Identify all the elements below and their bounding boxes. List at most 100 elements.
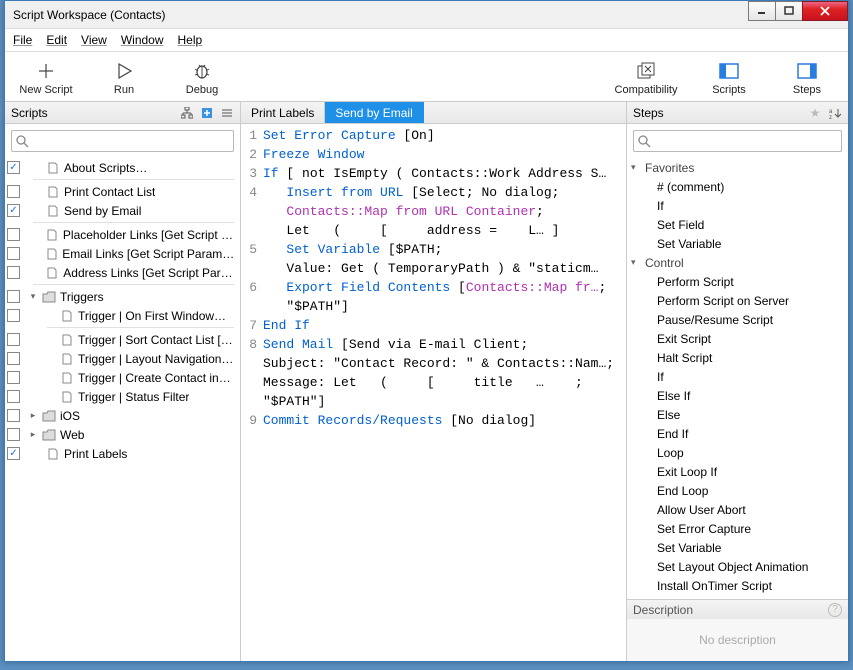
script-trigger-sort[interactable]: Trigger | Sort Contact List […	[5, 330, 240, 349]
checkbox[interactable]: ✓	[7, 161, 20, 174]
folder-icon	[42, 409, 56, 423]
steps-list: Favorites # (comment) If Set Field Set V…	[627, 158, 848, 599]
step-item[interactable]: End If	[627, 424, 848, 443]
script-icon	[46, 204, 60, 218]
close-button[interactable]	[802, 1, 848, 21]
minimize-button[interactable]	[748, 1, 776, 21]
step-item[interactable]: End Loop	[627, 481, 848, 500]
step-item[interactable]: Set Variable	[627, 234, 848, 253]
checkbox[interactable]	[7, 390, 20, 403]
step-item[interactable]: Else	[627, 405, 848, 424]
help-icon[interactable]: ?	[828, 603, 842, 617]
script-item-about[interactable]: ✓About Scripts…	[5, 158, 240, 177]
scripts-pane-icon	[718, 60, 740, 82]
script-item-print-labels[interactable]: ✓Print Labels	[5, 444, 240, 463]
script-icon	[60, 371, 74, 385]
script-item-print-contact[interactable]: Print Contact List	[5, 182, 240, 201]
script-trigger-first-window[interactable]: Trigger | On First Window…	[5, 306, 240, 325]
step-item[interactable]: Else If	[627, 386, 848, 405]
step-item[interactable]: Perform Script	[627, 272, 848, 291]
script-item-send-email[interactable]: ✓Send by Email	[5, 201, 240, 220]
titlebar: Script Workspace (Contacts)	[5, 1, 848, 29]
step-item[interactable]: Halt Script	[627, 348, 848, 367]
menu-help[interactable]: Help	[178, 33, 203, 47]
step-item[interactable]: Loop	[627, 443, 848, 462]
checkbox[interactable]	[7, 290, 20, 303]
step-item[interactable]: Install OnTimer Script	[627, 576, 848, 595]
compatibility-icon	[635, 60, 657, 82]
checkbox[interactable]	[7, 247, 20, 260]
tab-send-by-email[interactable]: Send by Email	[325, 102, 423, 123]
folder-triggers[interactable]: ▾Triggers	[5, 287, 240, 306]
run-button[interactable]: Run	[89, 60, 159, 96]
step-item[interactable]: If	[627, 196, 848, 215]
menu-file[interactable]: File	[13, 33, 32, 47]
step-item[interactable]: Exit Loop If	[627, 462, 848, 481]
script-trigger-create[interactable]: Trigger | Create Contact in…	[5, 368, 240, 387]
menu-window[interactable]: Window	[121, 33, 164, 47]
description-header: Description ?	[627, 599, 848, 619]
step-item[interactable]: If	[627, 367, 848, 386]
hierarchy-icon[interactable]	[180, 106, 194, 120]
script-icon	[46, 185, 60, 199]
debug-button[interactable]: Debug	[167, 60, 237, 96]
script-item-email-links[interactable]: Email Links [Get Script Paramet…	[5, 244, 240, 263]
step-item[interactable]: Allow User Abort	[627, 500, 848, 519]
sort-icon[interactable]: az	[828, 106, 842, 120]
expand-icon[interactable]: ▸	[28, 410, 38, 421]
checkbox[interactable]	[7, 333, 20, 346]
steps-panel-title: Steps	[633, 106, 664, 120]
menu-view[interactable]: View	[81, 33, 107, 47]
script-item-address-links[interactable]: Address Links [Get Script Para…	[5, 263, 240, 282]
checkbox[interactable]	[7, 352, 20, 365]
favorite-icon[interactable]: ★	[808, 106, 822, 120]
code-editor[interactable]: 1Set Error Capture [On] 2Freeze Window 3…	[241, 124, 626, 661]
search-icon	[637, 134, 651, 148]
checkbox[interactable]	[7, 228, 20, 241]
steps-pane-button[interactable]: Steps	[772, 60, 842, 96]
step-item[interactable]: Set Variable	[627, 538, 848, 557]
scripts-pane-button[interactable]: Scripts	[694, 60, 764, 96]
steps-search-input[interactable]	[633, 130, 842, 152]
step-item[interactable]: Perform Script on Server	[627, 291, 848, 310]
checkbox[interactable]	[7, 185, 20, 198]
checkbox[interactable]	[7, 409, 20, 422]
script-item-placeholder[interactable]: Placeholder Links [Get Script P…	[5, 225, 240, 244]
compatibility-button[interactable]: Compatibility	[606, 60, 686, 96]
menu-edit[interactable]: Edit	[46, 33, 67, 47]
script-icon	[60, 352, 74, 366]
new-script-button[interactable]: New Script	[11, 60, 81, 96]
step-item[interactable]: # (comment)	[627, 177, 848, 196]
scripts-search-input[interactable]	[11, 130, 234, 152]
scripts-panel-title: Scripts	[11, 106, 48, 120]
window-title: Script Workspace (Contacts)	[13, 8, 166, 22]
script-icon	[45, 247, 58, 261]
expand-icon[interactable]: ▾	[28, 291, 38, 302]
checkbox[interactable]: ✓	[7, 447, 20, 460]
step-item[interactable]: Set Error Capture	[627, 519, 848, 538]
group-control[interactable]: Control	[627, 253, 848, 272]
script-trigger-status[interactable]: Trigger | Status Filter	[5, 387, 240, 406]
maximize-button[interactable]	[775, 1, 803, 21]
step-item[interactable]: Set Field	[627, 215, 848, 234]
checkbox[interactable]	[7, 428, 20, 441]
content-area: Scripts ✓About Scripts… Print Contact Li…	[5, 102, 848, 661]
checkbox[interactable]	[7, 309, 20, 322]
tab-print-labels[interactable]: Print Labels	[241, 102, 325, 123]
group-favorites[interactable]: Favorites	[627, 158, 848, 177]
folder-ios[interactable]: ▸iOS	[5, 406, 240, 425]
step-item[interactable]: Set Layout Object Animation	[627, 557, 848, 576]
script-trigger-layout[interactable]: Trigger | Layout Navigation…	[5, 349, 240, 368]
folder-icon	[42, 428, 56, 442]
step-item[interactable]: Pause/Resume Script	[627, 310, 848, 329]
folder-web[interactable]: ▸Web	[5, 425, 240, 444]
checkbox[interactable]	[7, 266, 20, 279]
steps-panel: Steps ★ az Favorites # (comment) If Set …	[627, 102, 848, 661]
checkbox[interactable]	[7, 371, 20, 384]
checkbox[interactable]: ✓	[7, 204, 20, 217]
list-menu-icon[interactable]	[220, 106, 234, 120]
step-item[interactable]: Exit Script	[627, 329, 848, 348]
steps-panel-header: Steps ★ az	[627, 102, 848, 124]
new-item-icon[interactable]	[200, 106, 214, 120]
expand-icon[interactable]: ▸	[28, 429, 38, 440]
